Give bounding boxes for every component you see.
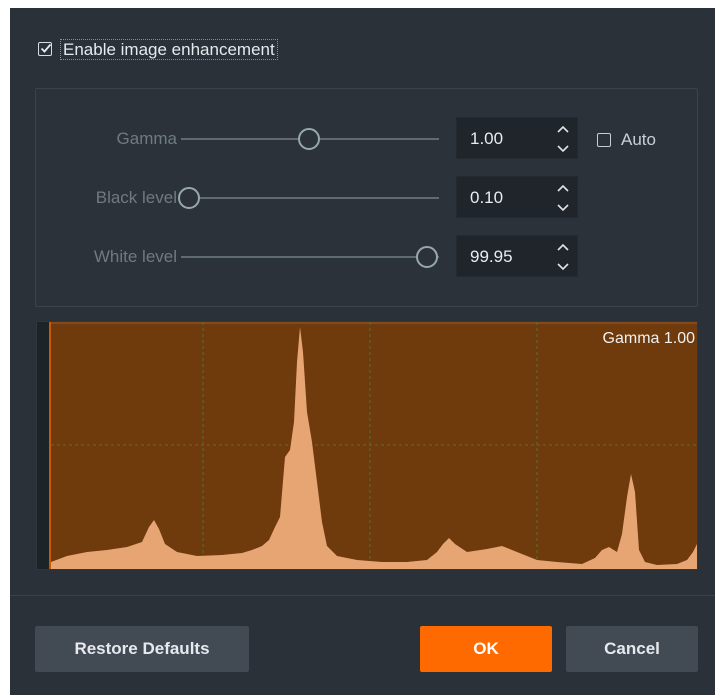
- black-level-row: Black level 0.10: [36, 176, 697, 220]
- auto-checkbox-row[interactable]: Auto: [597, 130, 656, 150]
- white-level-value[interactable]: 99.95: [470, 247, 513, 267]
- gamma-label: Gamma: [116, 129, 177, 148]
- black-level-value[interactable]: 0.10: [470, 188, 503, 208]
- gamma-row: Gamma 1.00 Auto: [36, 117, 697, 161]
- black-level-label: Black level: [95, 188, 177, 207]
- auto-label[interactable]: Auto: [621, 130, 656, 150]
- gamma-slider-thumb[interactable]: [298, 128, 320, 150]
- white-level-row: White level 99.95: [36, 235, 697, 279]
- ok-button[interactable]: OK: [420, 626, 552, 672]
- footer-divider: [10, 595, 715, 596]
- white-level-slider-track[interactable]: [181, 256, 439, 258]
- histogram-graphic: [49, 322, 697, 569]
- gamma-spinbox[interactable]: 1.00: [456, 117, 578, 159]
- black-level-slider-track[interactable]: [181, 197, 439, 199]
- up-down-arrows-icon[interactable]: [555, 121, 571, 157]
- histogram-view: Gamma 1.00: [36, 321, 698, 570]
- black-level-spinbox[interactable]: 0.10: [456, 176, 578, 218]
- checkmark-icon: [40, 43, 52, 53]
- white-level-spinbox[interactable]: 99.95: [456, 235, 578, 277]
- histogram-left-edge: [49, 322, 51, 569]
- white-level-slider-thumb[interactable]: [416, 246, 438, 268]
- up-down-arrows-icon[interactable]: [555, 239, 571, 275]
- histogram-gamma-caption: Gamma 1.00: [602, 330, 695, 347]
- auto-checkbox[interactable]: [597, 133, 611, 147]
- image-enhancement-dialog: Enable image enhancement Gamma 1.00 Auto…: [10, 8, 715, 695]
- enable-enhancement-checkbox[interactable]: [38, 42, 52, 56]
- black-level-slider-thumb[interactable]: [178, 187, 200, 209]
- up-down-arrows-icon[interactable]: [555, 180, 571, 216]
- restore-defaults-button[interactable]: Restore Defaults: [35, 626, 249, 672]
- enhancement-controls-panel: Gamma 1.00 Auto Black level 0.10 White l…: [35, 88, 698, 307]
- enable-enhancement-label[interactable]: Enable image enhancement: [60, 38, 278, 60]
- gamma-value[interactable]: 1.00: [470, 129, 503, 149]
- white-level-label: White level: [93, 247, 177, 266]
- cancel-button[interactable]: Cancel: [566, 626, 698, 672]
- enable-enhancement-row[interactable]: Enable image enhancement: [38, 38, 278, 60]
